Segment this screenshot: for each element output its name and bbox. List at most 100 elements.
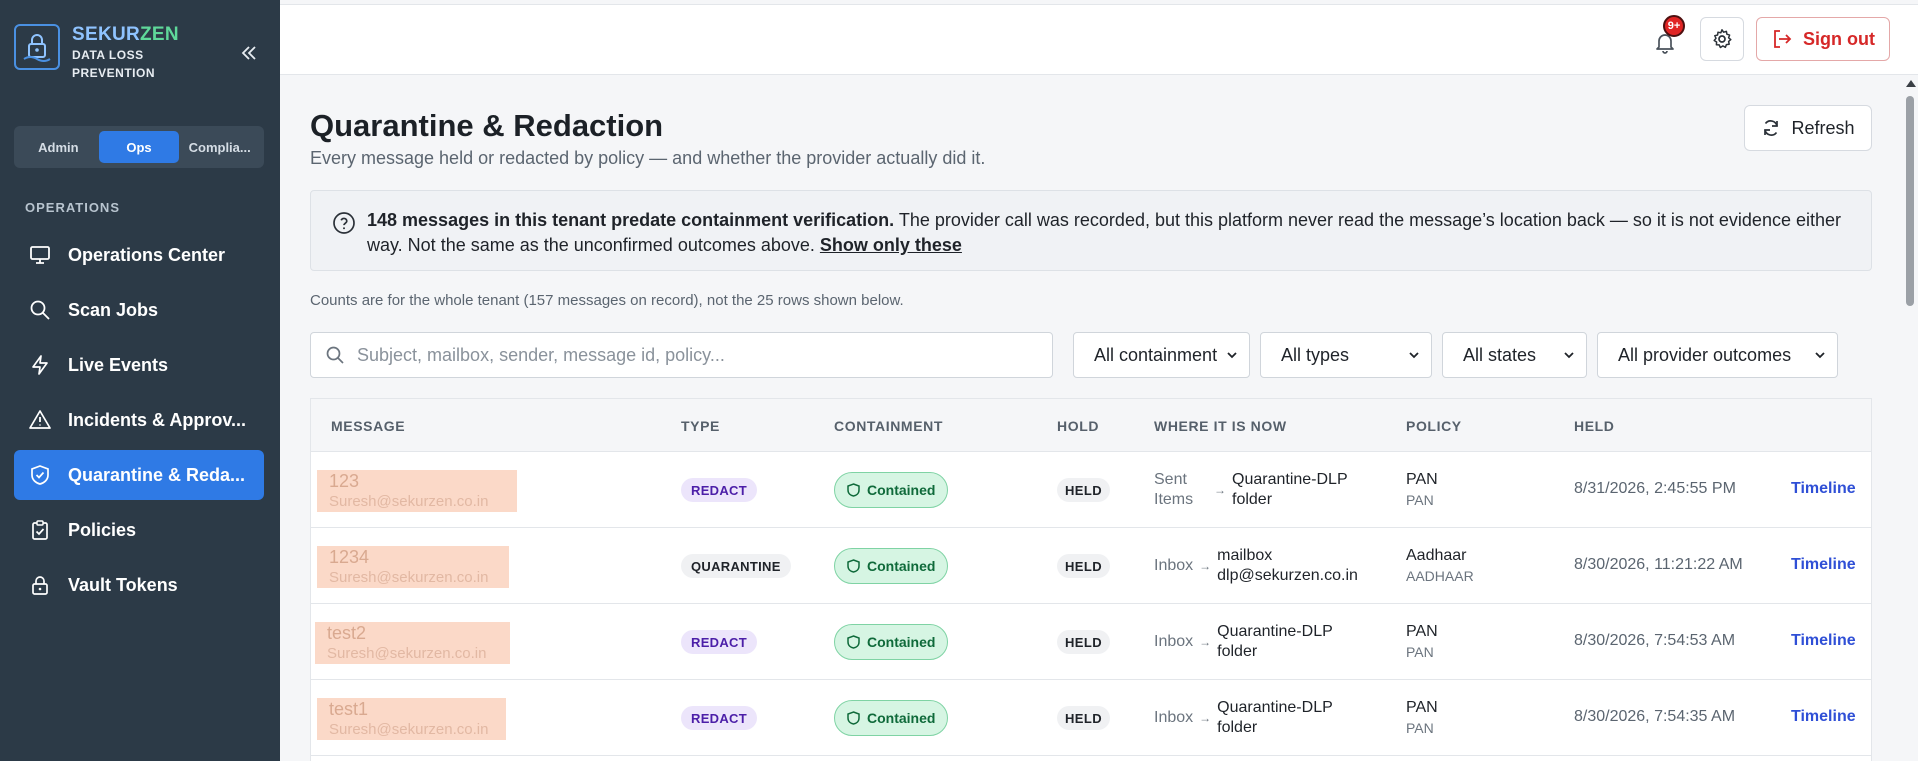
collapse-sidebar-button[interactable] — [238, 42, 260, 64]
notice-headline: 148 messages in this tenant predate cont… — [367, 210, 895, 230]
policy-cell: Aadhaar AADHAAR — [1406, 547, 1474, 584]
lock-icon — [28, 573, 52, 597]
policy-cell: PAN PAN — [1406, 699, 1438, 736]
settings-button[interactable] — [1700, 17, 1744, 61]
brand-logo-icon — [14, 24, 60, 70]
provider-outcome-filter-select[interactable]: All provider outcomes — [1597, 332, 1838, 378]
state-filter-select[interactable]: All states — [1442, 332, 1587, 378]
sidebar-item-operations-center[interactable]: Operations Center — [14, 230, 264, 280]
table-header: MESSAGE TYPE CONTAINMENT HOLD WHERE IT I… — [311, 399, 1871, 452]
column-header-message: MESSAGE — [331, 418, 406, 434]
search-box — [310, 332, 1053, 378]
shield-icon — [847, 711, 860, 725]
shield-icon — [847, 483, 860, 497]
sidebar-item-scan-jobs[interactable]: Scan Jobs — [14, 285, 264, 335]
arrow-right-icon: → — [1199, 635, 1212, 649]
timeline-link[interactable]: Timeline — [1791, 556, 1856, 574]
location-cell: Inbox → mailbox dlp@sekurzen.co.in — [1154, 547, 1358, 584]
chevron-down-icon — [1407, 348, 1421, 362]
chevron-down-icon — [1813, 348, 1827, 362]
shield-icon — [847, 559, 860, 573]
held-timestamp: 8/30/2026, 7:54:53 AM — [1574, 632, 1736, 649]
refresh-button[interactable]: Refresh — [1744, 105, 1872, 151]
sidebar-item-policies[interactable]: Policies — [14, 505, 264, 555]
message-cell: 1234 Suresh@sekurzen.co.in — [317, 546, 509, 588]
type-badge: REDACT — [681, 478, 757, 502]
policy-cell: PAN PAN — [1406, 623, 1438, 660]
hold-badge: HELD — [1057, 554, 1110, 578]
sidebar-item-live-events[interactable]: Live Events — [14, 340, 264, 390]
type-filter-select[interactable]: All types — [1260, 332, 1432, 378]
table-row[interactable]: 123 Suresh@sekurzen.co.in REDACT Contain… — [311, 452, 1871, 528]
question-circle-icon — [332, 211, 356, 242]
containment-status-badge: Contained — [834, 700, 949, 736]
top-bar: 9+ Sign out — [280, 4, 1918, 75]
location-cell: Sent Items → Quarantine-DLP folder — [1154, 471, 1348, 508]
containment-filter-select[interactable]: All containment — [1073, 332, 1250, 378]
containment-status-badge: Contained — [834, 472, 949, 508]
arrow-right-icon: → — [1199, 711, 1212, 725]
role-admin-button[interactable]: Admin — [18, 131, 99, 163]
table-row[interactable]: 1234 Suresh@sekurzen.co.in QUARANTINE Co… — [311, 528, 1871, 604]
arrow-right-icon: → — [1214, 483, 1226, 497]
sign-out-icon — [1771, 28, 1793, 50]
timeline-link[interactable]: Timeline — [1791, 480, 1856, 498]
message-cell: 123 Suresh@sekurzen.co.in — [317, 470, 517, 512]
sidebar-item-quarantine-redaction[interactable]: Quarantine & Reda... — [14, 450, 264, 500]
counts-note: Counts are for the whole tenant (157 mes… — [310, 292, 904, 309]
table-row — [311, 756, 1871, 761]
clipboard-check-icon — [28, 518, 52, 542]
column-header-held: HELD — [1574, 418, 1615, 434]
column-header-containment: CONTAINMENT — [834, 418, 943, 434]
scroll-up-arrow-icon[interactable] — [1906, 80, 1916, 87]
hold-badge: HELD — [1057, 706, 1110, 730]
nav-section-label: OPERATIONS — [25, 200, 120, 215]
brand-name: SEKURZEN — [72, 24, 179, 45]
chevron-down-icon — [1225, 348, 1239, 362]
location-cell: Inbox → Quarantine-DLP folder — [1154, 623, 1333, 660]
hold-badge: HELD — [1057, 478, 1110, 502]
hold-badge: HELD — [1057, 630, 1110, 654]
type-badge: QUARANTINE — [681, 554, 791, 578]
sidebar-item-incidents-approvals[interactable]: Incidents & Approv... — [14, 395, 264, 445]
sidebar: SEKURZEN DATA LOSS PREVENTION Admin Ops … — [0, 0, 280, 761]
table-row[interactable]: test2 Suresh@sekurzen.co.in REDACT Conta… — [311, 604, 1871, 680]
column-header-where: WHERE IT IS NOW — [1154, 418, 1287, 434]
containment-notice: 148 messages in this tenant predate cont… — [310, 190, 1872, 271]
held-timestamp: 8/30/2026, 7:54:35 AM — [1574, 708, 1736, 725]
sidebar-item-vault-tokens[interactable]: Vault Tokens — [14, 560, 264, 610]
table-row[interactable]: test1 Suresh@sekurzen.co.in REDACT Conta… — [311, 680, 1871, 756]
sidebar-nav: Operations Center Scan Jobs Live Events … — [14, 230, 264, 615]
brand-subtitle-2: PREVENTION — [72, 66, 156, 80]
lightning-icon — [28, 353, 52, 377]
containment-status-badge: Contained — [834, 548, 949, 584]
chevrons-left-icon — [241, 46, 256, 60]
warning-icon — [28, 408, 52, 432]
brand-subtitle-1: DATA LOSS — [72, 48, 144, 62]
sign-out-button[interactable]: Sign out — [1756, 17, 1890, 61]
column-header-hold: HOLD — [1057, 418, 1100, 434]
arrow-right-icon: → — [1199, 559, 1212, 573]
scrollbar-thumb[interactable] — [1906, 96, 1914, 306]
search-icon — [28, 298, 52, 322]
held-timestamp: 8/30/2026, 11:21:22 AM — [1574, 556, 1743, 573]
column-header-policy: POLICY — [1406, 418, 1462, 434]
show-only-these-link[interactable]: Show only these — [820, 235, 962, 255]
containment-status-badge: Contained — [834, 624, 949, 660]
message-cell: test1 Suresh@sekurzen.co.in — [317, 698, 506, 740]
timeline-link[interactable]: Timeline — [1791, 708, 1856, 726]
role-ops-button[interactable]: Ops — [98, 131, 180, 163]
shield-icon — [847, 635, 860, 649]
location-cell: Inbox → Quarantine-DLP folder — [1154, 699, 1333, 736]
shield-check-icon — [28, 463, 52, 487]
gear-icon — [1713, 29, 1732, 49]
monitor-icon — [28, 243, 52, 267]
role-compliance-button[interactable]: Complia... — [179, 131, 260, 163]
message-cell: test2 Suresh@sekurzen.co.in — [315, 622, 510, 664]
role-switch: Admin Ops Complia... — [14, 126, 264, 168]
policy-cell: PAN PAN — [1406, 471, 1438, 508]
timeline-link[interactable]: Timeline — [1791, 632, 1856, 650]
page-title: Quarantine & Redaction — [310, 108, 664, 143]
column-header-type: TYPE — [681, 418, 720, 434]
search-input[interactable] — [357, 344, 1017, 366]
